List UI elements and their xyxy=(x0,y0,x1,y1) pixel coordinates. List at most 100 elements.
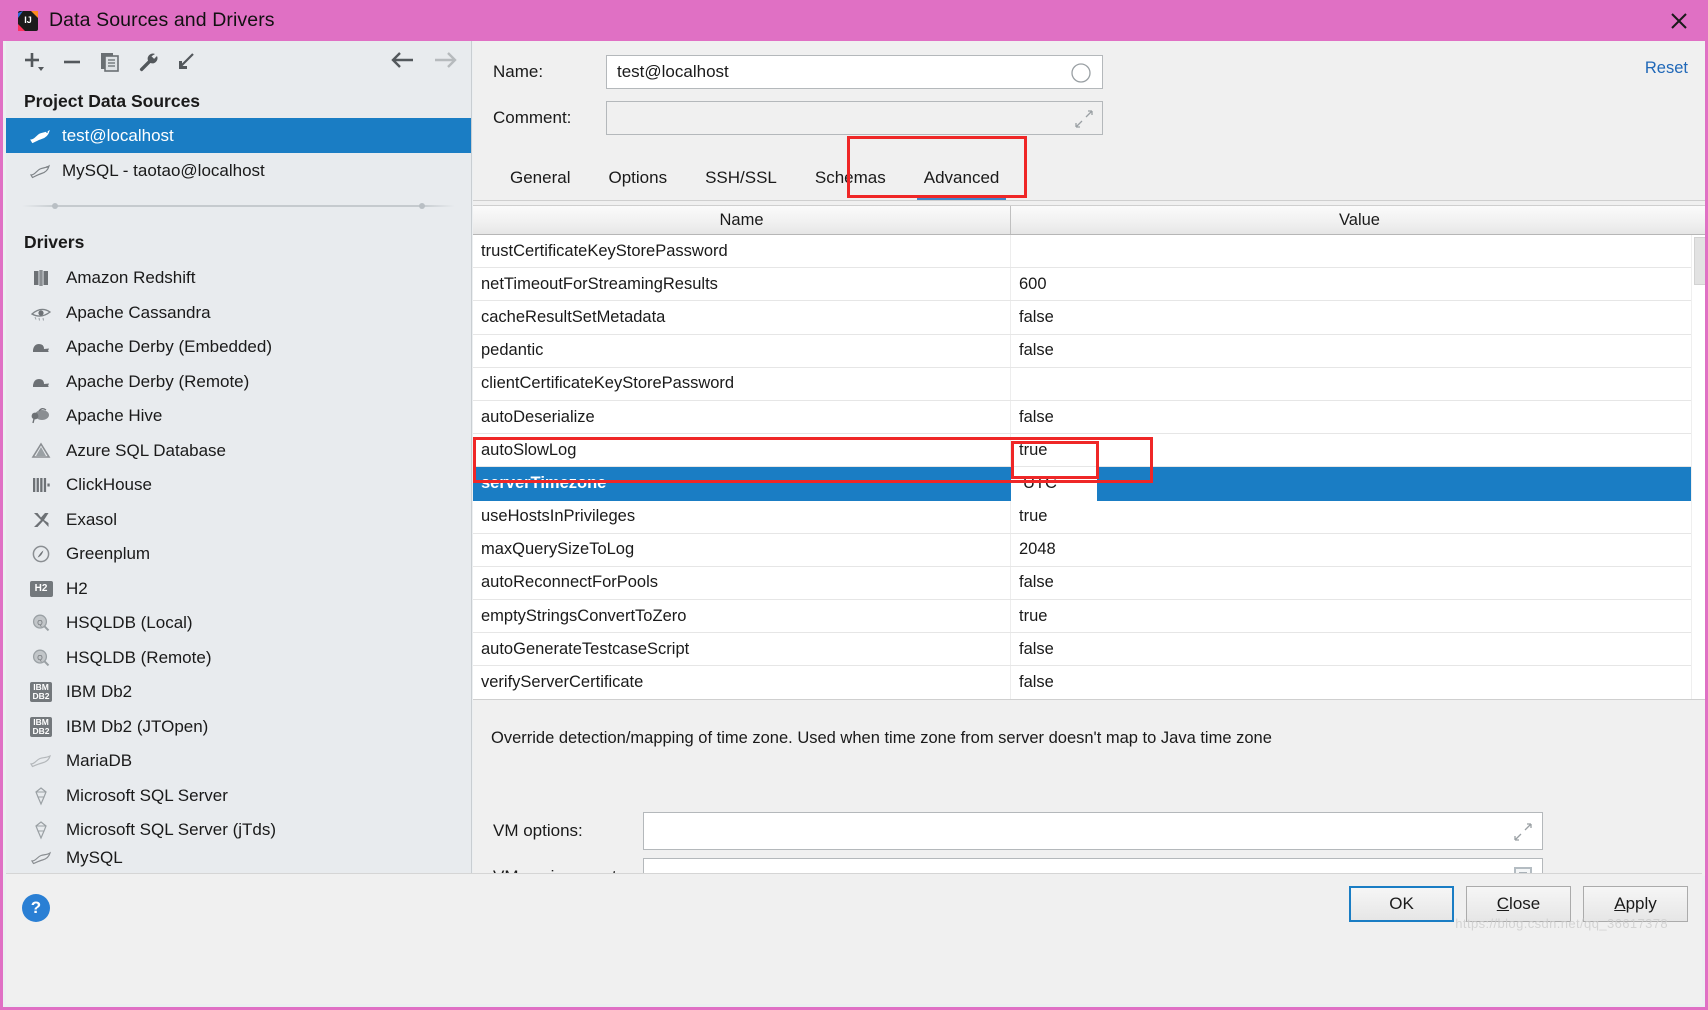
remove-button[interactable] xyxy=(54,45,90,79)
sidebar-item-mysql[interactable]: MySQL xyxy=(6,848,471,868)
sidebar-item-hsqldb-remote[interactable]: Q HSQLDB (Remote) xyxy=(6,641,471,676)
sidebar-item-mariadb[interactable]: MariaDB xyxy=(6,744,471,779)
driver-label: HSQLDB (Remote) xyxy=(66,647,212,667)
advanced-properties-table: Name Value trustCertificateKeyStorePassw… xyxy=(473,205,1705,700)
cell-value[interactable]: true xyxy=(1011,434,1705,466)
name-field-row: Name: test@localhost xyxy=(473,55,1705,89)
tab-general[interactable]: General xyxy=(491,156,589,200)
expand-editor-icon[interactable] xyxy=(1514,823,1532,846)
cell-name: pedantic xyxy=(473,334,1011,367)
cell-value[interactable]: false xyxy=(1011,666,1705,698)
table-row[interactable]: useHostsInPrivileges true xyxy=(473,500,1705,534)
wrench-icon[interactable] xyxy=(130,45,166,79)
table-vertical-scrollbar[interactable] xyxy=(1691,235,1705,699)
driver-label: HSQLDB (Local) xyxy=(66,613,193,633)
cell-name: serverTimezone xyxy=(473,467,1011,500)
cell-value[interactable]: 2048 xyxy=(1011,534,1705,566)
sidebar-item-apache-derby-embedded[interactable]: Apache Derby (Embedded) xyxy=(6,330,471,365)
help-question-icon[interactable]: ? xyxy=(22,894,50,922)
cell-value[interactable]: true xyxy=(1011,501,1705,533)
ok-button[interactable]: OK xyxy=(1349,886,1454,922)
cell-name: useHostsInPrivileges xyxy=(473,500,1011,533)
scrollbar-thumb[interactable] xyxy=(1694,237,1705,285)
close-icon[interactable] xyxy=(1667,9,1691,33)
column-header-value[interactable]: Value xyxy=(1011,206,1705,234)
cell-value-editor[interactable]: UTC xyxy=(1011,467,1097,501)
sidebar-item-hsqldb-local[interactable]: Q HSQLDB (Local) xyxy=(6,606,471,641)
cell-value[interactable]: false xyxy=(1011,567,1705,599)
cell-value[interactable]: 600 xyxy=(1011,268,1705,300)
cell-name: maxQuerySizeToLog xyxy=(473,533,1011,566)
table-row[interactable]: cacheResultSetMetadata false xyxy=(473,301,1705,335)
name-input[interactable]: test@localhost xyxy=(606,55,1103,89)
history-nav xyxy=(389,41,459,83)
cell-name: clientCertificateKeyStorePassword xyxy=(473,367,1011,400)
expand-editor-icon[interactable] xyxy=(1075,110,1093,133)
comment-input[interactable] xyxy=(606,101,1103,135)
table-row[interactable]: trustCertificateKeyStorePassword xyxy=(473,235,1705,269)
sidebar-item-apache-cassandra[interactable]: Apache Cassandra xyxy=(6,296,471,331)
hsqldb-magnifier-icon: Q xyxy=(28,646,54,670)
sidebar-item-amazon-redshift[interactable]: Amazon Redshift xyxy=(6,261,471,296)
driver-label: Apache Hive xyxy=(66,406,163,426)
sidebar-item-greenplum[interactable]: Greenplum xyxy=(6,537,471,572)
sidebar-item-label: MySQL - taotao@localhost xyxy=(62,160,265,180)
cell-value[interactable] xyxy=(1011,368,1705,400)
table-row[interactable]: autoDeserialize false xyxy=(473,400,1705,435)
driver-label: IBM Db2 xyxy=(66,682,133,702)
table-row[interactable]: netTimeoutForStreamingResults 600 xyxy=(473,268,1705,302)
table-row[interactable]: maxQuerySizeToLog 2048 xyxy=(473,533,1705,567)
table-row[interactable]: autoReconnectForPools false xyxy=(473,566,1705,601)
sidebar-item-test-localhost[interactable]: test@localhost xyxy=(6,118,471,153)
driver-label: MySQL xyxy=(66,847,123,867)
tab-ssh-ssl[interactable]: SSH/SSL xyxy=(686,156,796,200)
sidebar-item-apache-derby-remote[interactable]: Apache Derby (Remote) xyxy=(6,365,471,400)
table-row-selected[interactable]: serverTimezone UTC xyxy=(473,467,1705,501)
tab-label: General xyxy=(510,168,571,187)
driver-label: Apache Derby (Embedded) xyxy=(66,337,273,357)
cell-value[interactable]: false xyxy=(1011,401,1705,433)
divider-line xyxy=(22,203,455,209)
cell-value[interactable]: false xyxy=(1011,335,1705,367)
sidebar-item-microsoft-sql-server[interactable]: Microsoft SQL Server xyxy=(6,779,471,814)
cell-value[interactable]: false xyxy=(1011,301,1705,333)
mariadb-seal-icon xyxy=(28,749,54,773)
sidebar-item-ibm-db2[interactable]: IBM DB2 IBM Db2 xyxy=(6,675,471,710)
sidebar-item-ibm-db2-jtopen[interactable]: IBM DB2 IBM Db2 (JTOpen) xyxy=(6,710,471,745)
sidebar-divider xyxy=(6,188,471,224)
sidebar-item-apache-hive[interactable]: Apache Hive xyxy=(6,399,471,434)
cell-value[interactable]: true xyxy=(1011,600,1705,632)
cell-value[interactable] xyxy=(1011,235,1705,267)
sidebar-item-mysql-taotao-localhost[interactable]: MySQL - taotao@localhost xyxy=(6,153,471,188)
table-row[interactable]: clientCertificateKeyStorePassword xyxy=(473,367,1705,401)
sidebar-item-exasol[interactable]: Exasol xyxy=(6,503,471,538)
detail-panel: Name: test@localhost Comment: Reset Gene… xyxy=(473,41,1705,896)
tab-schemas[interactable]: Schemas xyxy=(796,156,905,200)
driver-label: Azure SQL Database xyxy=(66,440,227,460)
vm-options-input[interactable] xyxy=(643,812,1543,850)
table-row[interactable]: autoGenerateTestcaseScript false xyxy=(473,633,1705,667)
driver-label: Apache Cassandra xyxy=(66,302,211,322)
table-header-row: Name Value xyxy=(473,206,1705,235)
reset-link[interactable]: Reset xyxy=(1645,59,1688,78)
tab-options[interactable]: Options xyxy=(589,156,686,200)
sidebar-item-microsoft-sql-server-jtds[interactable]: Microsoft SQL Server (jTds) xyxy=(6,813,471,848)
sidebar-item-clickhouse[interactable]: ClickHouse xyxy=(6,468,471,503)
copy-icon[interactable] xyxy=(92,45,128,79)
table-row[interactable]: verifyServerCertificate false xyxy=(473,666,1705,699)
tab-advanced[interactable]: Advanced xyxy=(905,156,1019,200)
table-row[interactable]: pedantic false xyxy=(473,334,1705,368)
mssql-icon xyxy=(28,818,54,842)
driver-label: Exasol xyxy=(66,509,118,529)
sidebar-item-azure-sql-database[interactable]: Azure SQL Database xyxy=(6,434,471,469)
sidebar-item-h2[interactable]: H2 H2 xyxy=(6,572,471,607)
column-header-name[interactable]: Name xyxy=(473,206,1011,234)
arrow-right-icon[interactable] xyxy=(431,49,459,76)
arrow-left-icon[interactable] xyxy=(389,49,417,76)
cell-name: cacheResultSetMetadata xyxy=(473,301,1011,334)
cell-value[interactable]: false xyxy=(1011,633,1705,665)
import-arrow-icon[interactable] xyxy=(168,45,204,79)
table-row[interactable]: autoSlowLog true xyxy=(473,434,1705,468)
add-button[interactable] xyxy=(16,45,52,79)
table-row[interactable]: emptyStringsConvertToZero true xyxy=(473,600,1705,634)
